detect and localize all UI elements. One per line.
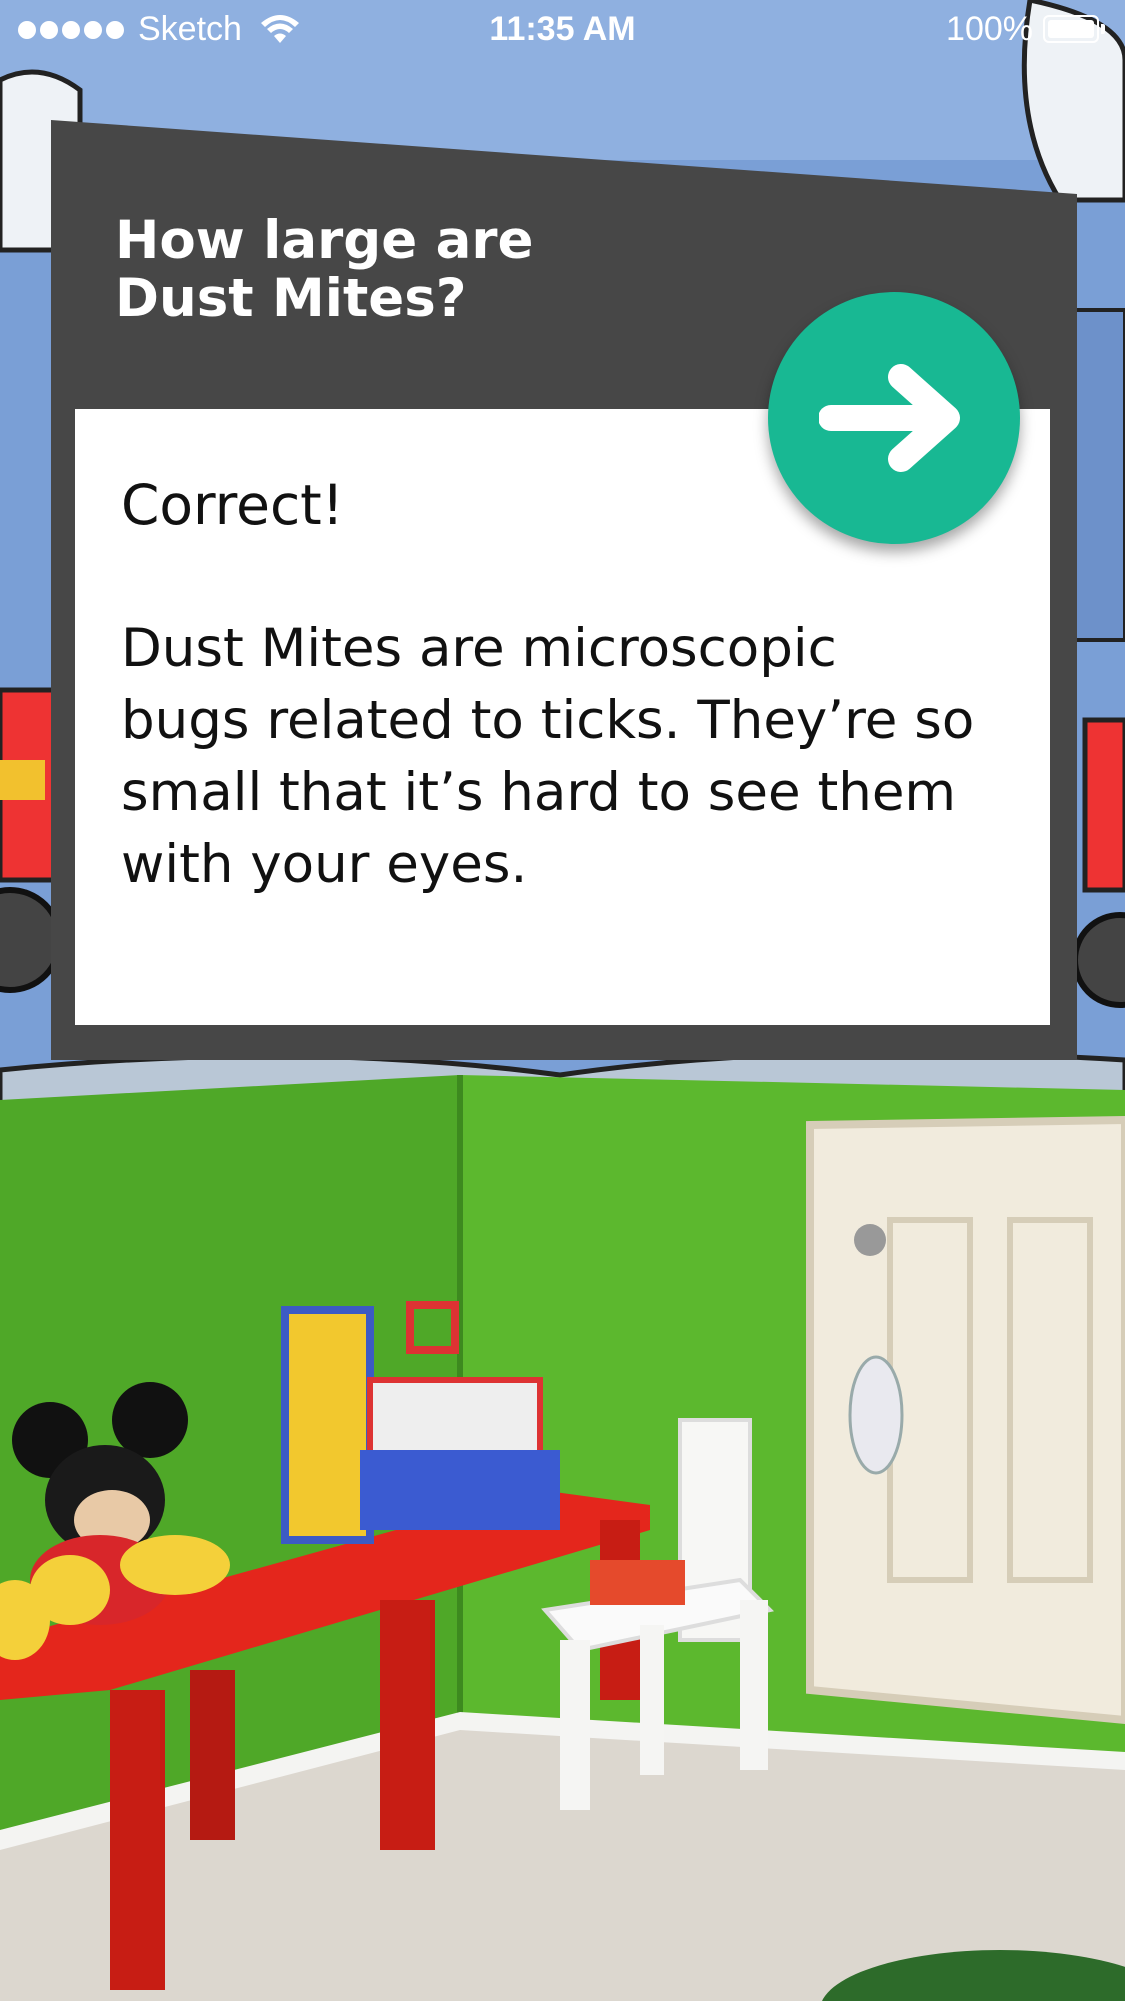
arrow-right-icon [819, 364, 960, 472]
screen: Sketch 11:35 AM 100% How large are Dust … [0, 0, 1125, 2001]
status-bar: Sketch 11:35 AM 100% [0, 0, 1125, 62]
battery-icon [1043, 14, 1107, 45]
next-button[interactable] [768, 292, 1020, 544]
quiz-card: How large are Dust Mites? Correct! Dust … [51, 120, 1077, 1060]
explanation-text: Dust Mites are microscopic bugs related … [121, 618, 975, 895]
status-bar-right: 100% [946, 10, 1107, 49]
battery-percentage: 100% [946, 10, 1033, 48]
question-title: How large are Dust Mites? [115, 210, 534, 329]
